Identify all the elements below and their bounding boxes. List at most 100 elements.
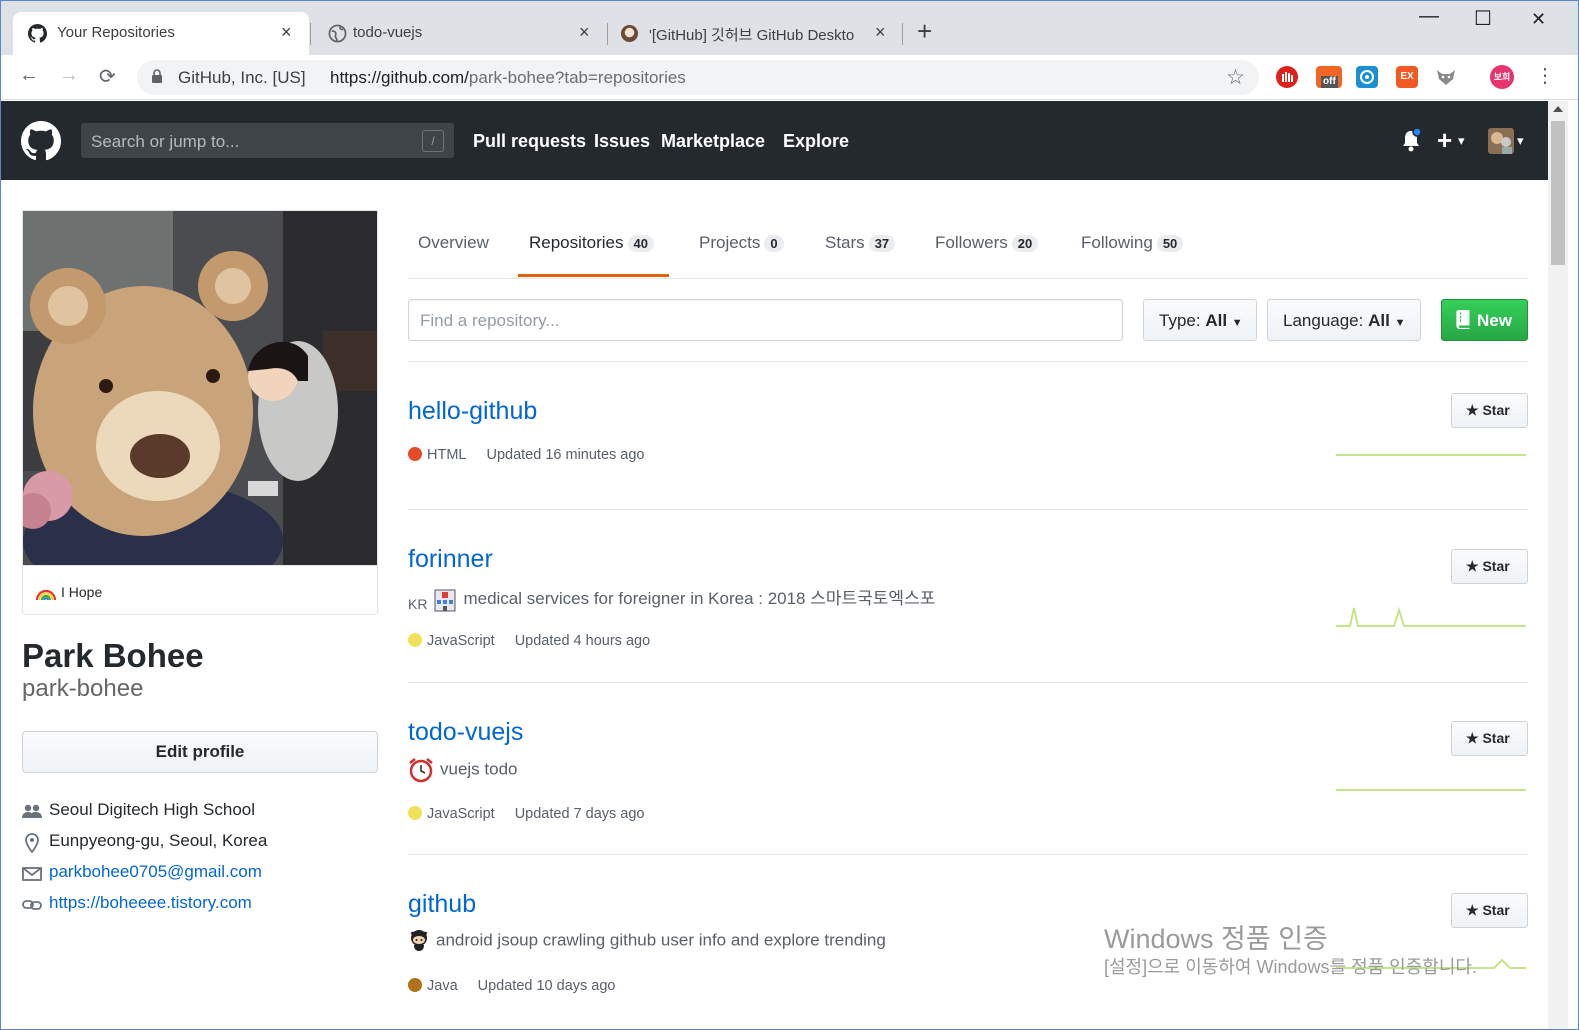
address-bar[interactable]: GitHub, Inc. [US] https://github.com/par…	[137, 60, 1259, 95]
tab-title: todo-vuejs	[353, 24, 423, 41]
repo-meta: JavaScript Updated 4 hours ago	[408, 633, 650, 649]
page-scrollbar[interactable]	[1548, 101, 1568, 1029]
star-icon: ★	[1466, 730, 1479, 746]
lock-icon	[152, 69, 162, 83]
find-repository-input[interactable]: Find a repository...	[408, 299, 1123, 341]
projects-count: 0	[764, 235, 784, 252]
repo-name-link[interactable]: forinner	[408, 545, 493, 574]
windows-activation-title: Windows 정품 인증	[1104, 924, 1328, 954]
url-text: https://github.com/park-bohee?tab=reposi…	[330, 68, 686, 87]
scrollbar-thumb[interactable]	[1551, 121, 1565, 265]
status-text: I Hope	[61, 584, 103, 600]
language-color-dot	[408, 447, 422, 461]
close-window-button[interactable]: ✕	[1531, 9, 1546, 30]
user-status[interactable]: I Hope	[22, 565, 378, 615]
octocat-emoji-icon	[410, 930, 428, 951]
nav-pull-requests[interactable]: Pull requests	[473, 131, 586, 152]
tab-repositories[interactable]: Repositories 40	[529, 233, 654, 253]
tab-separator	[607, 23, 608, 45]
activity-sparkline	[1336, 454, 1526, 456]
create-new-icon[interactable]: +	[1437, 125, 1452, 156]
bookmark-star-icon[interactable]: ☆	[1226, 65, 1245, 90]
email-link[interactable]: parkbohee0705@gmail.com	[49, 862, 262, 881]
tab-followers[interactable]: Followers 20	[935, 233, 1039, 253]
repo-updated: Updated 7 days ago	[514, 806, 645, 822]
globe-icon	[328, 24, 347, 43]
nav-explore[interactable]: Explore	[783, 131, 849, 152]
repo-meta: Java Updated 10 days ago	[408, 978, 616, 994]
tab-close-icon[interactable]: ×	[579, 22, 590, 43]
star-button[interactable]: ★ Star	[1451, 393, 1528, 428]
price-off-extension-icon[interactable]: off	[1316, 66, 1342, 88]
tab-overview[interactable]: Overview	[418, 233, 489, 253]
tab-following[interactable]: Following 50	[1081, 233, 1184, 253]
selected-tab-underline	[518, 274, 669, 277]
repo-updated: Updated 4 hours ago	[514, 633, 651, 649]
tab-title: Your Repositories	[57, 24, 175, 41]
github-header: Search or jump to... / Pull requests Iss…	[1, 101, 1548, 180]
website-link[interactable]: https://boheeee.tistory.com	[49, 893, 252, 912]
profile-full-name: Park Bohee	[22, 637, 204, 674]
repo-name-link[interactable]: github	[408, 890, 476, 919]
new-repository-button[interactable]: New	[1441, 299, 1528, 341]
profile-avatar[interactable]: 보희	[1490, 65, 1514, 89]
nav-marketplace[interactable]: Marketplace	[661, 131, 765, 152]
profile-username: park-bohee	[22, 675, 144, 702]
fox-extension-icon[interactable]	[1435, 66, 1457, 88]
browser-menu-icon[interactable]: ⋮	[1535, 63, 1555, 88]
location-pin-icon	[25, 833, 39, 853]
user-avatar[interactable]	[1488, 128, 1514, 154]
github-logo-icon[interactable]	[21, 121, 61, 161]
star-button[interactable]: ★ Star	[1451, 721, 1528, 756]
repo-language: HTML	[427, 447, 467, 463]
adblock-extension-icon[interactable]	[1276, 66, 1298, 88]
scroll-up-arrow-icon[interactable]	[1553, 106, 1563, 112]
repo-list-item: github android jsoup crawling github use…	[408, 855, 1528, 1029]
minimize-button[interactable]: —	[1419, 5, 1439, 28]
repo-list-item: forinner KR medical services for foreigne…	[408, 510, 1528, 683]
hospital-emoji-icon	[434, 589, 456, 612]
reload-button[interactable]: ⟳	[99, 64, 116, 89]
repo-language: JavaScript	[427, 806, 495, 822]
repo-list-item: hello-github HTML Updated 16 minutes ago …	[408, 362, 1528, 510]
windows-activation-subtitle: [설정]으로 이동하여 Windows를 정품 인증합니다.	[1104, 957, 1477, 977]
activity-sparkline	[1336, 606, 1526, 627]
repo-updated: Updated 16 minutes ago	[486, 447, 645, 463]
tab-todo-vuejs[interactable]: todo-vuejs ×	[313, 12, 607, 55]
maximize-button[interactable]: ☐	[1474, 6, 1492, 31]
site-identity: GitHub, Inc. [US]	[178, 68, 306, 87]
nav-issues[interactable]: Issues	[594, 131, 650, 152]
blog-favicon-icon	[620, 24, 639, 43]
repo-description: KR medical services for foreigner in Kore…	[408, 589, 936, 612]
notifications-bell-icon[interactable]	[1400, 129, 1422, 153]
rainbow-emoji-icon	[36, 589, 56, 601]
search-shortcut-hint: /	[422, 130, 444, 152]
star-button[interactable]: ★ Star	[1451, 893, 1528, 928]
repo-name-link[interactable]: todo-vuejs	[408, 718, 523, 747]
new-tab-button[interactable]: +	[917, 16, 932, 47]
forward-button[interactable]: →	[59, 64, 79, 87]
tab-stars[interactable]: Stars 37	[825, 233, 896, 253]
repo-meta: JavaScript Updated 7 days ago	[408, 806, 645, 822]
language-color-dot	[408, 806, 422, 820]
tab-close-icon[interactable]: ×	[875, 22, 886, 43]
tab-your-repositories[interactable]: Your Repositories ×	[13, 12, 309, 55]
following-count: 50	[1156, 235, 1184, 252]
tab-separator	[902, 23, 903, 45]
star-button[interactable]: ★ Star	[1451, 549, 1528, 584]
back-button[interactable]: ←	[19, 64, 39, 87]
capture-extension-icon[interactable]	[1356, 66, 1378, 88]
repo-name-link[interactable]: hello-github	[408, 397, 537, 426]
user-menu-caret-icon[interactable]: ▾	[1517, 133, 1524, 149]
tab-close-icon[interactable]: ×	[281, 22, 292, 43]
language-filter-dropdown[interactable]: Language: All ▼	[1267, 299, 1421, 341]
ex-extension-icon[interactable]: EX	[1396, 66, 1418, 88]
tab-github-desktop-blog[interactable]: '[GitHub] 깃허브 GitHub Deskto ×	[611, 12, 901, 55]
create-caret-icon[interactable]: ▾	[1458, 133, 1465, 149]
type-filter-dropdown[interactable]: Type: All ▼	[1143, 299, 1257, 341]
profile-tabs: Overview Repositories 40 Projects 0 Stars 3…	[408, 219, 1528, 279]
github-search-input[interactable]: Search or jump to... /	[81, 123, 454, 158]
tab-projects[interactable]: Projects 0	[699, 233, 784, 253]
edit-profile-button[interactable]: Edit profile	[22, 731, 378, 773]
tab-separator	[310, 23, 311, 45]
